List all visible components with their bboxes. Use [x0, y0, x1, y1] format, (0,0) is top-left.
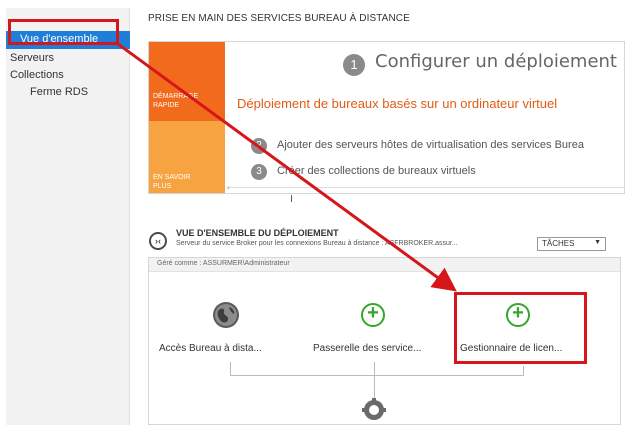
sidebar-item-servers[interactable]: Serveurs [10, 52, 54, 64]
managed-as-label: Géré comme : ASSURMER\Administrateur [149, 258, 620, 272]
diagram-connector-right [523, 366, 524, 375]
text-cursor-icon: Ⅰ [290, 194, 293, 205]
broker-gear-icon[interactable] [362, 398, 386, 422]
tile-quick-start-line1: DÉMARRAGE [153, 93, 199, 100]
deployment-type-heading: Déploiement de bureaux basés sur un ordi… [237, 96, 558, 111]
step2-number: 2 [251, 138, 267, 154]
globe-server-icon[interactable] [212, 301, 240, 329]
diagram-connector-center [374, 362, 375, 398]
tile-learn-more-line1: EN SAVOIR [153, 174, 191, 181]
highlight-box-overview [8, 19, 119, 45]
sidebar-item-collections[interactable]: Collections [10, 69, 64, 81]
tasks-label: TÂCHES [542, 239, 575, 248]
step1-title[interactable]: Configurer un déploiement po [375, 51, 624, 72]
diagram-connector-horizontal [230, 375, 524, 376]
tile-learn-more[interactable]: EN SAVOIR PLUS [149, 121, 225, 193]
step3-link[interactable]: Créer des collections de bureaux virtuel… [277, 165, 476, 177]
sidebar: Vue d'ensemble Serveurs Collections Ferm… [6, 8, 130, 425]
deployment-subtitle: Serveur du service Broker pour les conne… [176, 240, 458, 247]
node-label-rd-web-access[interactable]: Accès Bureau à dista... [159, 343, 262, 354]
deployment-title: VUE D'ENSEMBLE DU DÉPLOIEMENT [176, 228, 339, 238]
step3-number: 3 [251, 164, 267, 180]
chevron-down-icon: ▼ [594, 239, 601, 246]
add-gateway-plus-icon[interactable]: + [361, 303, 385, 327]
node-label-gateway[interactable]: Passerelle des service... [313, 343, 421, 354]
scroll-left-arrow-icon[interactable]: ‹ [227, 183, 237, 193]
step2-link[interactable]: Ajouter des serveurs hôtes de virtualisa… [277, 139, 584, 151]
sidebar-item-ferme-rds[interactable]: Ferme RDS [30, 86, 88, 98]
tile-quick-start[interactable]: DÉMARRAGE RAPIDE [149, 42, 225, 121]
tile-quick-start-line2: RAPIDE [153, 102, 180, 109]
tasks-dropdown[interactable]: TÂCHES ▼ [537, 237, 606, 251]
page-title: PRISE EN MAIN DES SERVICES BUREAU À DIST… [148, 13, 410, 24]
diagram-connector-left [230, 362, 231, 375]
highlight-box-license-manager [454, 292, 587, 364]
deployment-overview-icon: ›‹ [149, 232, 167, 250]
tile-learn-more-line2: PLUS [153, 183, 172, 190]
step1-number: 1 [343, 54, 365, 76]
horizontal-scrollbar[interactable] [227, 187, 624, 188]
quickstart-panel: DÉMARRAGE RAPIDE EN SAVOIR PLUS 1 Config… [148, 41, 625, 194]
